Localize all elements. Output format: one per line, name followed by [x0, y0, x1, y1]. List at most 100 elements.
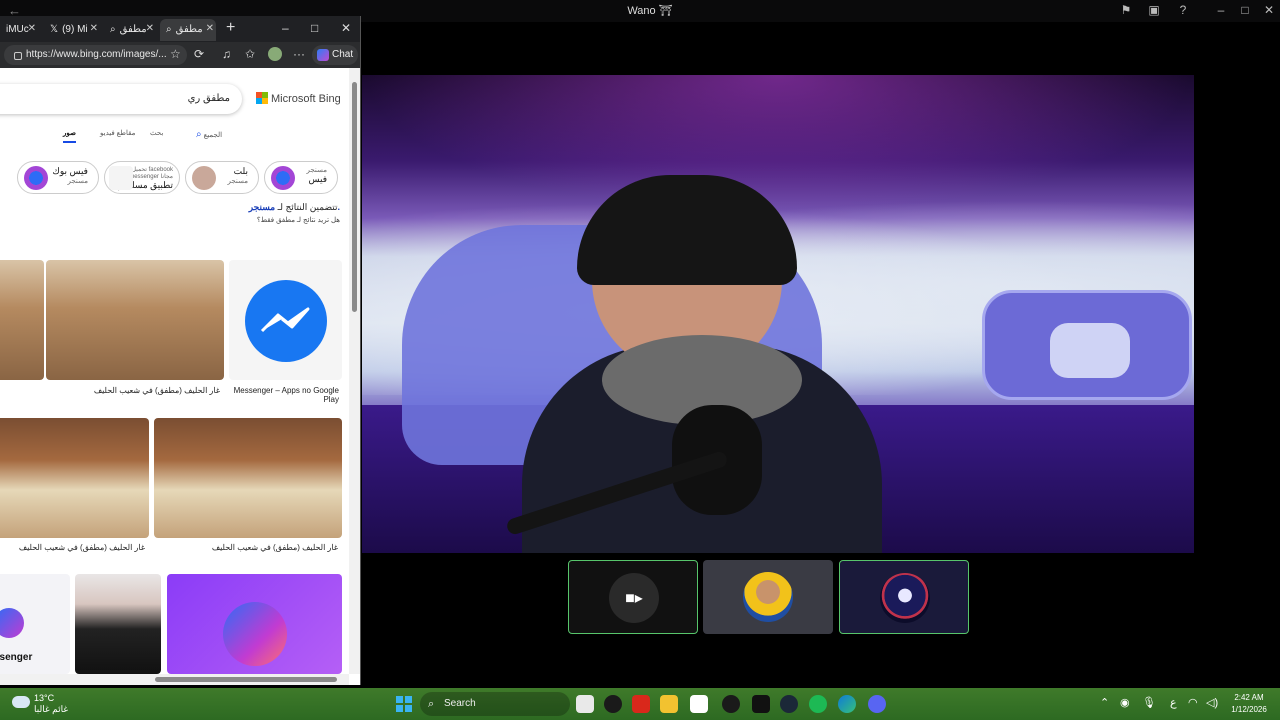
bing-logo[interactable]: Microsoft Bing — [256, 92, 341, 105]
discord-icon[interactable] — [868, 695, 886, 713]
image-result-messenger-purple[interactable] — [167, 574, 342, 674]
refresh-icon[interactable]: ⟳ — [194, 47, 204, 61]
close-tab-icon[interactable]: ✕ — [206, 23, 214, 34]
search-icon: ⌕ — [428, 698, 435, 710]
tray-app-icon[interactable]: ◉ — [1120, 696, 1130, 709]
tab-strip: iMUc ✕ 𝕏 (9) Mi ✕ ⌕ مطفق ✕ ⌕ مطفق ✕ + – □ ✕ — [0, 16, 360, 42]
steam-icon[interactable] — [780, 695, 798, 713]
close-tab-icon[interactable]: ✕ — [28, 23, 36, 34]
messenger-logo-icon — [223, 602, 287, 666]
filter-images[interactable]: صور — [63, 129, 76, 143]
maximize-icon[interactable]: □ — [1238, 3, 1252, 17]
epic-games-icon[interactable] — [752, 695, 770, 713]
maximize-icon[interactable]: □ — [311, 21, 318, 35]
image-result-messenger[interactable] — [229, 260, 342, 380]
image-result-partial[interactable] — [0, 260, 44, 380]
close-icon[interactable]: ✕ — [341, 21, 351, 35]
tab-1[interactable]: iMUc ✕ — [0, 19, 38, 41]
xbox-icon[interactable] — [722, 695, 740, 713]
minimize-icon[interactable]: – — [282, 21, 289, 35]
search-icon: ⌕ — [166, 24, 172, 35]
image-result-cave-1[interactable] — [0, 418, 149, 538]
wifi-icon[interactable]: ◠ — [1188, 696, 1198, 709]
media-icon[interactable]: ♫ — [222, 47, 231, 61]
task-view-icon[interactable] — [576, 695, 594, 713]
windows-taskbar: 13°C غائم غالبا ⌕ Search ⌃ ◉ 🎙 ع ◠ ◁) 2:… — [0, 688, 1280, 720]
image-result-desert[interactable] — [46, 260, 224, 380]
horizontal-scrollbar[interactable] — [0, 674, 349, 685]
filter-search[interactable]: بحث — [150, 129, 163, 137]
participant-tile-2[interactable] — [703, 560, 833, 634]
related-chip-1[interactable]: مسنجر فيس — [264, 161, 338, 194]
url-field[interactable]: https://www.bing.com/images/... — [4, 45, 187, 65]
browser-window: iMUc ✕ 𝕏 (9) Mi ✕ ⌕ مطفق ✕ ⌕ مطفق ✕ + – □ ✕ htt… — [0, 16, 361, 685]
participant-tile-3[interactable] — [839, 560, 969, 634]
search-input[interactable]: مطفق ري — [0, 84, 242, 114]
related-chip-4[interactable]: فيس بوك مسنجر — [17, 161, 99, 194]
microsoft-logo-icon — [256, 92, 268, 104]
tab-3[interactable]: ⌕ مطفق ✕ — [104, 19, 156, 41]
messenger-icon — [24, 166, 48, 190]
image-result-messenger-small[interactable]: ssenger — [0, 574, 70, 674]
image-caption[interactable]: غار الحليف (مطفق) في شعيب الحليف — [0, 543, 145, 552]
file-explorer-icon[interactable] — [660, 695, 678, 713]
popout-icon[interactable]: ▣ — [1147, 3, 1161, 17]
image-caption[interactable]: غار الحليف (مطفق) في شعيب الحليف — [60, 386, 220, 395]
related-chip-3[interactable]: تحميل facebook messenger مجانا تطبيق مسلن… — [104, 161, 180, 194]
volume-icon[interactable]: ◁) — [1206, 696, 1218, 709]
obs-icon[interactable] — [604, 695, 622, 713]
video-camera-icon: ■▸ — [625, 590, 643, 607]
amd-icon[interactable] — [632, 695, 650, 713]
clock[interactable]: 2:42 AM 1/12/2026 — [1226, 692, 1272, 716]
bing-images-page: مطفق ري Microsoft Bing ⌕ الجميع بحث مقاط… — [0, 68, 348, 674]
weather-cloud-icon[interactable] — [12, 696, 30, 708]
messenger-bolt-icon — [260, 307, 310, 333]
filter-videos[interactable]: مقاطع فيديو — [100, 129, 135, 137]
minimize-icon[interactable]: – — [1214, 3, 1228, 17]
screen: ← Wano ⛩ ⚑ ▣ ? – □ ✕ ■▸ iMUc ✕ 𝕏 (9) Mi … — [0, 0, 1280, 720]
taskbar-search[interactable]: ⌕ Search — [420, 692, 570, 716]
related-chip-2[interactable]: بلت مسنجر — [185, 161, 259, 194]
only-results-link[interactable]: هل تريد نتائج لـ مطفق فقط؟ — [180, 216, 340, 224]
vertical-scrollbar[interactable] — [349, 68, 360, 674]
streamer — [482, 175, 902, 553]
weather-widget[interactable]: 13°C غائم غالبا — [34, 693, 68, 715]
copilot-chat-button[interactable]: Chat — [312, 45, 358, 65]
lock-icon — [14, 52, 22, 60]
profile-avatar[interactable] — [268, 47, 282, 61]
help-icon[interactable]: ? — [1176, 3, 1190, 17]
tab-2[interactable]: 𝕏 (9) Mi ✕ — [44, 19, 100, 41]
close-tab-icon[interactable]: ✕ — [90, 23, 98, 34]
address-bar: https://www.bing.com/images/... ☆ ⟳ ♫ ✩ … — [0, 42, 360, 68]
language-indicator[interactable]: ع — [1170, 696, 1177, 709]
image-caption[interactable]: غار الحليف (مطفق) في شعيب الحليف — [170, 543, 338, 552]
image-partial-text: ssenger — [0, 652, 33, 663]
windows-start-icon[interactable] — [396, 696, 412, 712]
microphone-icon[interactable]: 🎙 — [1142, 696, 1156, 709]
chip-thumbnail — [109, 166, 133, 190]
messenger-logo-icon — [0, 608, 24, 638]
stream-video[interactable] — [362, 75, 1194, 553]
store-icon[interactable] — [690, 695, 708, 713]
favorites-icon[interactable]: ✩ — [245, 47, 255, 61]
participant-tile-camera[interactable]: ■▸ — [568, 560, 698, 634]
flag-icon[interactable]: ⚑ — [1119, 3, 1133, 17]
chevron-up-icon[interactable]: ⌃ — [1100, 696, 1109, 709]
messenger-icon — [271, 166, 295, 190]
close-tab-icon[interactable]: ✕ — [146, 23, 154, 34]
favorite-star-icon[interactable]: ☆ — [170, 47, 181, 61]
edge-icon[interactable] — [838, 695, 856, 713]
filter-all[interactable]: ⌕ الجميع — [196, 129, 222, 140]
avatar — [880, 573, 930, 623]
image-result-cave-2[interactable] — [154, 418, 342, 538]
image-caption[interactable]: Messenger – Apps no Google Play — [229, 386, 339, 404]
search-icon: ⌕ — [196, 129, 202, 140]
close-icon[interactable]: ✕ — [1262, 3, 1276, 17]
spotify-icon[interactable] — [809, 695, 827, 713]
new-tab-button[interactable]: + — [226, 19, 235, 37]
image-result-portrait[interactable] — [75, 574, 161, 674]
background-machine — [982, 290, 1192, 400]
tab-4-active[interactable]: ⌕ مطفق ✕ — [160, 19, 216, 41]
more-icon[interactable]: ··· — [293, 47, 305, 61]
avatar — [743, 572, 793, 622]
